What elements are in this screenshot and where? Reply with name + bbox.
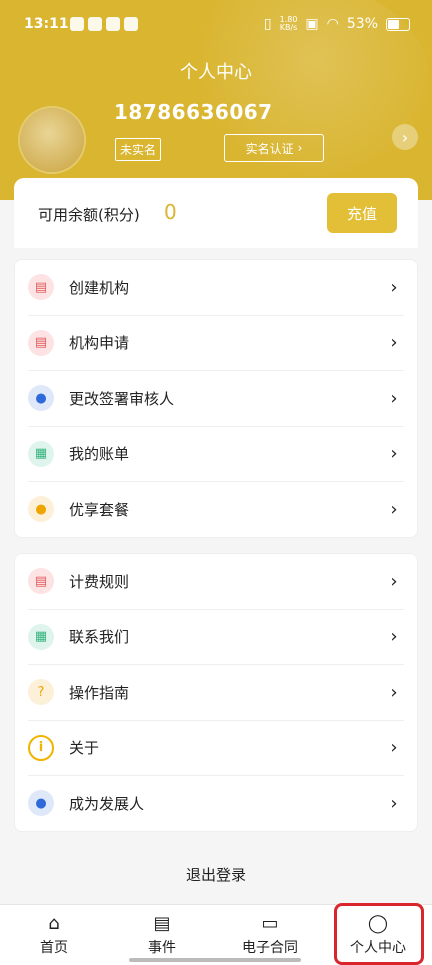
menu-item-label: 创建机构 (69, 278, 130, 297)
bill-icon: ▦ (28, 440, 54, 467)
chevron-right-icon: › (390, 737, 398, 759)
menu-item-about[interactable]: i 关于 › (28, 721, 404, 776)
balance-label: 可用余额(积分) (38, 206, 140, 224)
contact-icon: ▦ (28, 623, 54, 650)
menu-item-create-org[interactable]: ▤ 创建机构 › (28, 260, 404, 316)
menu-group-1: ▤ 创建机构 › ▤ 机构申请 › ● 更改签署审核人 › ▦ 我的账单 › ●… (14, 259, 418, 538)
home-indicator (129, 958, 301, 962)
menu-item-guide[interactable]: ? 操作指南 › (28, 665, 404, 721)
truck-icon: ▭ (261, 912, 279, 934)
location-pin-icon: ● (28, 496, 54, 523)
menu-item-change-reviewer[interactable]: ● 更改签署审核人 › (28, 371, 404, 427)
menu-item-label: 计费规则 (69, 572, 130, 591)
status-time: 13:11 (24, 16, 69, 32)
tab-home[interactable]: ⌂ 首页 (0, 905, 108, 965)
chevron-right-icon: › (390, 792, 398, 814)
menu-item-label: 我的账单 (69, 445, 130, 464)
verification-status-badge: 未实名 (115, 138, 162, 161)
chevron-right-icon: › (390, 387, 398, 409)
bottom-tab-bar: ⌂ 首页 ▤ 事件 ▭ 电子合同 ◯ 个人中心 (0, 903, 432, 965)
menu-item-contact-us[interactable]: ▦ 联系我们 › (28, 610, 404, 665)
info-icon: i (28, 734, 54, 761)
menu-item-my-bills[interactable]: ▦ 我的账单 › (28, 427, 404, 482)
verify-identity-button[interactable]: 实名认证 › (224, 134, 324, 162)
menu-item-label: 成为发展人 (69, 794, 145, 813)
chevron-right-icon: › (390, 276, 398, 298)
tab-profile[interactable]: ◯ 个人中心 (324, 903, 432, 965)
user-phone: 18786636067 (114, 100, 273, 124)
chevron-right-icon: › (297, 141, 303, 155)
chevron-right-icon: › (390, 498, 398, 520)
sim-icon: ▣ (305, 16, 319, 32)
home-icon: ⌂ (48, 912, 60, 934)
chevron-right-icon: › (390, 332, 398, 354)
app-notification-icon (124, 17, 138, 31)
verify-identity-label: 实名认证 (245, 141, 294, 156)
menu-item-billing-rules[interactable]: ▤ 计费规则 › (28, 554, 404, 610)
page-title: 个人中心 (180, 62, 252, 83)
status-right: ▯ 1.80 KB/s ▣ ◠ 53% (264, 16, 410, 32)
vibrate-icon: ▯ (263, 16, 272, 32)
chevron-right-icon: › (390, 626, 398, 648)
tab-label: 首页 (40, 939, 68, 956)
id-card-icon: ▤ (28, 274, 54, 301)
battery-percent: 53% (346, 16, 378, 32)
tab-label: 事件 (148, 939, 176, 956)
menu-item-label: 更改签署审核人 (69, 389, 175, 408)
recharge-button[interactable]: 充值 (327, 193, 397, 233)
user-icon: ● (28, 790, 54, 817)
id-card-icon: ▤ (28, 568, 54, 595)
menu-group-2: ▤ 计费规则 › ▦ 联系我们 › ? 操作指南 › i 关于 › ● 成为发展… (14, 553, 418, 832)
app-notification-icon (88, 17, 102, 31)
profile-detail-arrow-icon[interactable]: › (392, 124, 418, 150)
menu-item-org-application[interactable]: ▤ 机构申请 › (28, 316, 404, 371)
chevron-right-icon: › (390, 570, 398, 592)
battery-icon (386, 17, 410, 31)
active-tab-highlight (334, 903, 424, 965)
chevron-right-icon: › (390, 443, 398, 465)
avatar[interactable] (20, 108, 84, 172)
question-icon: ? (28, 679, 54, 706)
id-card-icon: ▤ (28, 329, 54, 356)
tab-events[interactable]: ▤ 事件 (108, 905, 216, 965)
notification-icons (70, 17, 138, 31)
profile-header: 13:11 ▯ 1.80 KB/s ▣ ◠ 53% 个人中心 187866360… (0, 0, 432, 200)
menu-item-label: 操作指南 (69, 683, 130, 702)
app-notification-icon (70, 17, 84, 31)
menu-item-label: 优享套餐 (69, 500, 130, 519)
network-speed-unit: KB/s (279, 23, 298, 32)
menu-item-label: 联系我们 (69, 628, 130, 647)
balance-card: 可用余额(积分) 0 充值 (14, 178, 418, 248)
chevron-right-icon: › (390, 681, 398, 703)
menu-item-packages[interactable]: ● 优享套餐 › (28, 482, 404, 537)
logout-button[interactable]: 退出登录 (0, 864, 432, 885)
menu-item-become-developer[interactable]: ● 成为发展人 › (28, 776, 404, 831)
app-notification-icon (106, 17, 120, 31)
tab-label: 电子合同 (242, 939, 298, 956)
network-speed: 1.80 KB/s (280, 16, 298, 32)
document-icon: ▤ (153, 912, 171, 934)
wifi-icon: ◠ (326, 16, 339, 32)
balance-value: 0 (164, 200, 177, 224)
menu-item-label: 关于 (69, 739, 100, 758)
tab-contracts[interactable]: ▭ 电子合同 (216, 905, 324, 965)
status-bar: 13:11 ▯ 1.80 KB/s ▣ ◠ 53% (0, 0, 432, 50)
user-icon: ● (28, 385, 54, 412)
menu-item-label: 机构申请 (69, 334, 130, 353)
